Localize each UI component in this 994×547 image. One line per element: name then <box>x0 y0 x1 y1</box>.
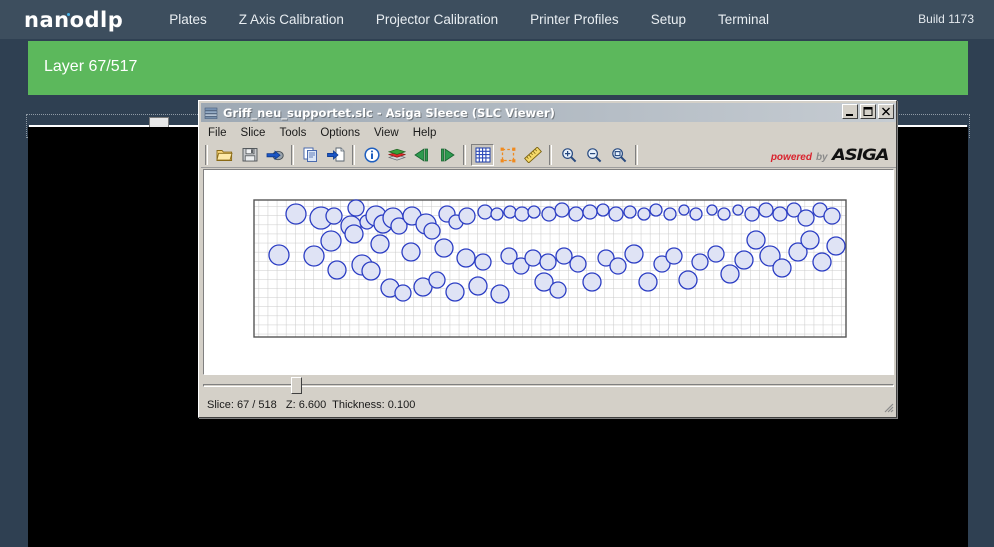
logo-text: nanodlp <box>24 7 124 32</box>
slice-view-canvas[interactable] <box>203 169 894 375</box>
nav-item-setup[interactable]: Setup <box>635 0 702 39</box>
layer-progress-label: Layer 67/517 <box>44 58 138 75</box>
zoom-fit-icon[interactable] <box>607 144 630 166</box>
toolbar-separator <box>291 144 294 165</box>
zoom-in-icon[interactable] <box>557 144 580 166</box>
nav-item-plates[interactable]: Plates <box>153 0 223 39</box>
branding-powered-text: powered <box>770 152 812 163</box>
menu-item-tools[interactable]: Tools <box>272 125 313 141</box>
resize-grip-icon[interactable] <box>882 401 894 413</box>
menu-item-options[interactable]: Options <box>313 125 367 141</box>
slice-render <box>253 199 847 338</box>
menu-item-view[interactable]: View <box>367 125 406 141</box>
menu-item-slice[interactable]: Slice <box>234 125 273 141</box>
slice-scrub-slider[interactable] <box>203 377 894 395</box>
maximize-button[interactable] <box>860 104 876 119</box>
layers-icon[interactable] <box>385 144 408 166</box>
info-icon[interactable] <box>360 144 383 166</box>
close-button[interactable] <box>878 104 894 119</box>
menu-item-file[interactable]: File <box>201 125 234 141</box>
toolbar-separator <box>352 144 355 165</box>
slc-viewer-window: Griff_neu_supportet.slc - Asiga Sleece (… <box>198 100 897 418</box>
nav-item-projector-calibration[interactable]: Projector Calibration <box>360 0 514 39</box>
nav-item-z-axis-calibration[interactable]: Z Axis Calibration <box>223 0 360 39</box>
layers-stack-icon <box>204 106 219 120</box>
top-navigation-bar: nanodlp Plates Z Axis Calibration Projec… <box>0 0 994 39</box>
grid-toggle-icon[interactable] <box>471 143 494 166</box>
logo-dot-icon <box>67 12 70 16</box>
toolbar-separator <box>635 144 638 165</box>
viewer-status-bar: Slice: 67 / 518 Z: 6.600 Thickness: 0.10… <box>201 395 896 415</box>
nav-item-terminal[interactable]: Terminal <box>702 0 785 39</box>
nav-item-printer-profiles[interactable]: Printer Profiles <box>514 0 635 39</box>
viewer-toolbar: powered by ASIGA <box>201 142 896 168</box>
branding-asiga-text: ASIGA <box>831 145 890 164</box>
menu-bar: File Slice Tools Options View Help <box>201 123 896 142</box>
save-disk-icon[interactable] <box>238 144 261 166</box>
window-title-bar[interactable]: Griff_neu_supportet.slc - Asiga Sleece (… <box>201 103 896 122</box>
next-slice-icon[interactable] <box>435 144 458 166</box>
app-root: nanodlp Plates Z Axis Calibration Projec… <box>0 0 994 547</box>
previous-slice-icon[interactable] <box>410 144 433 166</box>
branding-by-text: by <box>815 152 828 163</box>
minimize-icon <box>846 114 853 116</box>
bounding-box-icon[interactable] <box>496 144 519 166</box>
asiga-branding: powered by ASIGA <box>770 145 889 164</box>
layer-progress-bar: Layer 67/517 <box>28 41 968 95</box>
export-icon[interactable] <box>263 144 286 166</box>
window-controls <box>842 104 894 119</box>
window-title-text: Griff_neu_supportet.slc - Asiga Sleece (… <box>223 105 555 120</box>
close-icon <box>882 107 890 116</box>
slice-slider-track <box>203 384 894 387</box>
maximize-icon <box>863 107 873 116</box>
toolbar-separator <box>205 144 208 165</box>
status-text: Slice: 67 / 518 Z: 6.600 Thickness: 0.10… <box>207 399 416 411</box>
minimize-button[interactable] <box>842 104 858 119</box>
nanodlp-logo[interactable]: nanodlp <box>24 8 123 32</box>
build-version-label: Build 1173 <box>918 12 974 26</box>
zoom-out-icon[interactable] <box>582 144 605 166</box>
menu-item-help[interactable]: Help <box>406 125 444 141</box>
toolbar-separator <box>549 144 552 165</box>
open-folder-icon[interactable] <box>213 144 236 166</box>
paste-to-file-icon[interactable] <box>324 144 347 166</box>
measure-ruler-icon[interactable] <box>521 144 544 166</box>
toolbar-separator <box>463 144 466 165</box>
slice-slider-thumb[interactable] <box>291 377 302 394</box>
copy-icon[interactable] <box>299 144 322 166</box>
